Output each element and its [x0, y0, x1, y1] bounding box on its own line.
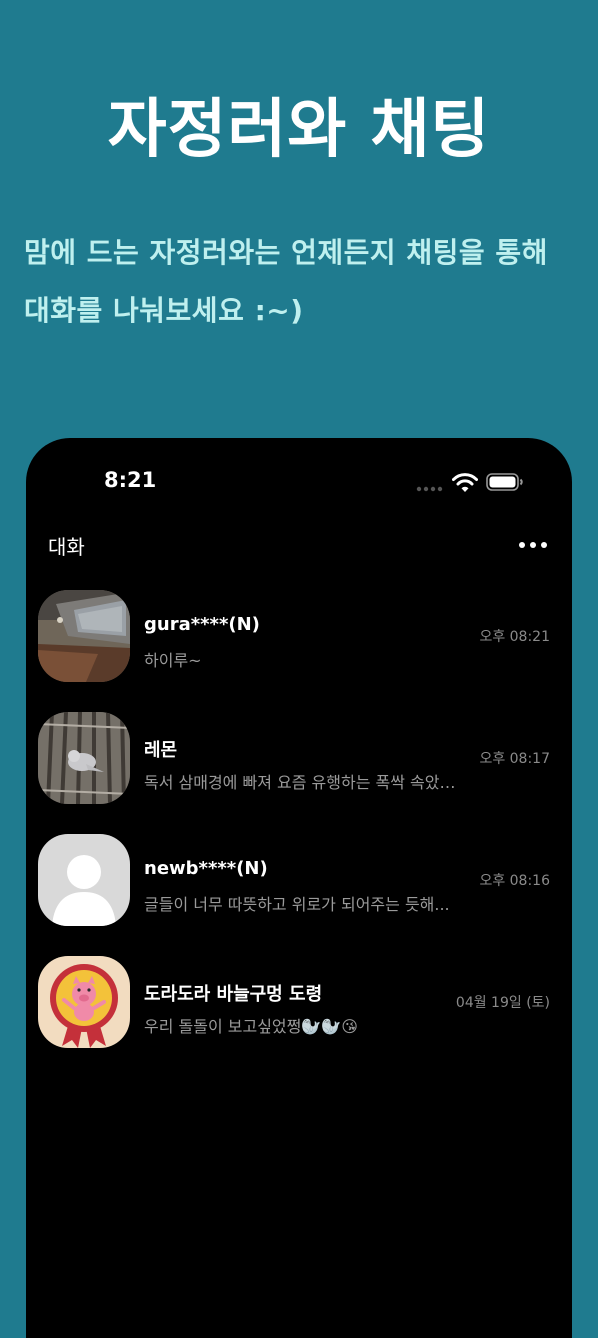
chat-preview: 우리 돌돌이 보고싶었쩡🦭🦭😘 — [144, 1017, 358, 1036]
chat-name: newb****(N) — [144, 858, 268, 879]
chat-preview: 독서 삼매경에 빠져 요즘 유행하는 폭싹 속았… — [144, 773, 456, 792]
battery-icon — [486, 473, 523, 491]
page-title: 대화 — [48, 535, 85, 559]
ellipsis-icon — [519, 542, 547, 548]
phone-screen: 8:21 대화 gura****(N) 오후 08:21 하이루~ 레몬 오후 … — [26, 438, 572, 1338]
chat-row[interactable]: 도라도라 바늘구멍 도령 04월 19일 (토) 우리 돌돌이 보고싶었쩡🦭🦭😘 — [26, 952, 572, 1074]
chat-preview: 하이루~ — [144, 651, 202, 670]
chat-list: gura****(N) 오후 08:21 하이루~ 레몬 오후 08:17 독서… — [26, 586, 572, 1074]
photo-bird-cage-avatar — [38, 712, 130, 804]
chat-row[interactable]: 레몬 오후 08:17 독서 삼매경에 빠져 요즘 유행하는 폭싹 속았… — [26, 708, 572, 830]
photo-laptop-avatar — [38, 590, 130, 682]
wifi-icon — [452, 473, 478, 492]
chat-name: 도라도라 바늘구멍 도령 — [144, 984, 323, 1005]
promo-subtitle: 맘에 드는 자정러와는 언제든지 채팅을 통해 대화를 나눠보세요 :~) — [24, 236, 548, 327]
chat-time: 오후 08:21 — [479, 629, 550, 645]
chat-row[interactable]: gura****(N) 오후 08:21 하이루~ — [26, 586, 572, 708]
chat-name: gura****(N) — [144, 614, 260, 635]
chat-preview: 글들이 너무 따뜻하고 위로가 되어주는 듯해... — [144, 895, 450, 914]
chat-name: 레몬 — [144, 740, 178, 761]
status-bar: 8:21 — [26, 438, 572, 518]
more-options-button[interactable] — [516, 534, 550, 556]
status-time: 8:21 — [104, 468, 157, 492]
promo-title: 자정러와 채팅 — [107, 93, 491, 167]
signal-dots-icon — [416, 486, 443, 492]
pig-badge-avatar — [38, 956, 130, 1048]
chat-time: 오후 08:17 — [479, 751, 550, 767]
chat-row[interactable]: newb****(N) 오후 08:16 글들이 너무 따뜻하고 위로가 되어주… — [26, 830, 572, 952]
chat-time: 오후 08:16 — [479, 873, 550, 889]
chat-time: 04월 19일 (토) — [455, 995, 550, 1011]
default-person-avatar — [38, 834, 130, 926]
